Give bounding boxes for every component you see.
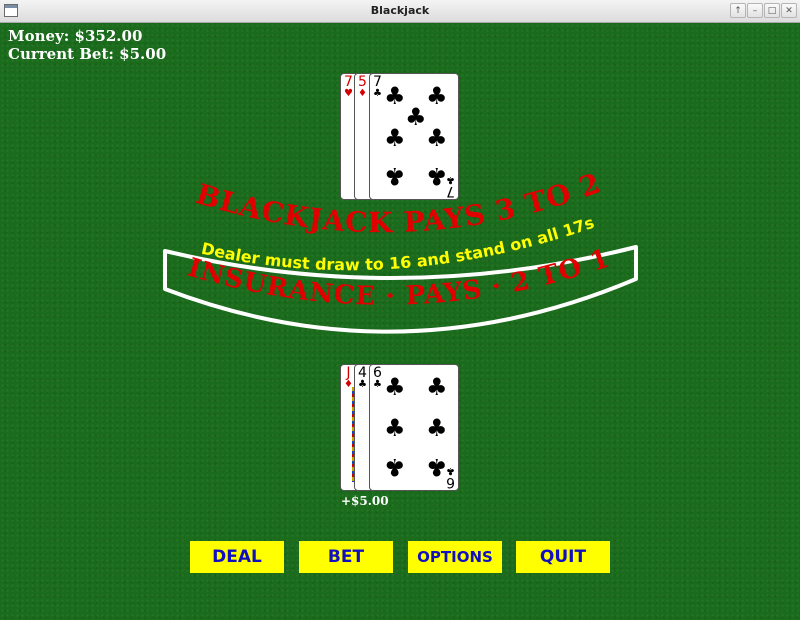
bet-button[interactable]: BET (299, 541, 393, 573)
player-card-3: 6 ♣ ♣ ♣ ♣ ♣ ♣ ♣ 6 ♣ (369, 364, 459, 491)
club-pip: ♣ (384, 82, 406, 110)
club-pip: ♣ (384, 162, 406, 190)
club-pip: ♣ (405, 103, 427, 131)
club-pip: ♣ (426, 414, 448, 442)
options-button[interactable]: OPTIONS (408, 541, 502, 573)
club-pip: ♣ (384, 373, 406, 401)
game-window: Blackjack ↑ – □ ✕ Money: $352.00 Current… (0, 0, 800, 620)
dealer-card-3: 7 ♣ ♣ ♣ ♣ ♣ ♣ ♣ ♣ 7 ♣ (369, 73, 459, 200)
club-pip: ♣ (384, 414, 406, 442)
window-title: Blackjack (370, 4, 430, 17)
title-bar: Blackjack ↑ – □ ✕ (0, 0, 800, 23)
close-button[interactable]: ✕ (781, 3, 797, 18)
player-bet-amount: +$5.00 (341, 494, 389, 508)
deal-button[interactable]: DEAL (190, 541, 284, 573)
help-button[interactable]: ↑ (730, 3, 746, 18)
club-pip: ♣ (384, 124, 406, 152)
club-pip: ♣ (426, 124, 448, 152)
maximize-button[interactable]: □ (764, 3, 780, 18)
club-pip: ♣ (426, 82, 448, 110)
quit-button[interactable]: QUIT (516, 541, 610, 573)
minimize-button[interactable]: – (747, 3, 763, 18)
club-pip: ♣ (384, 453, 406, 481)
felt-table: Money: $352.00 Current Bet: $5.00 BLACKJ… (0, 23, 800, 620)
club-pip: ♣ (426, 373, 448, 401)
